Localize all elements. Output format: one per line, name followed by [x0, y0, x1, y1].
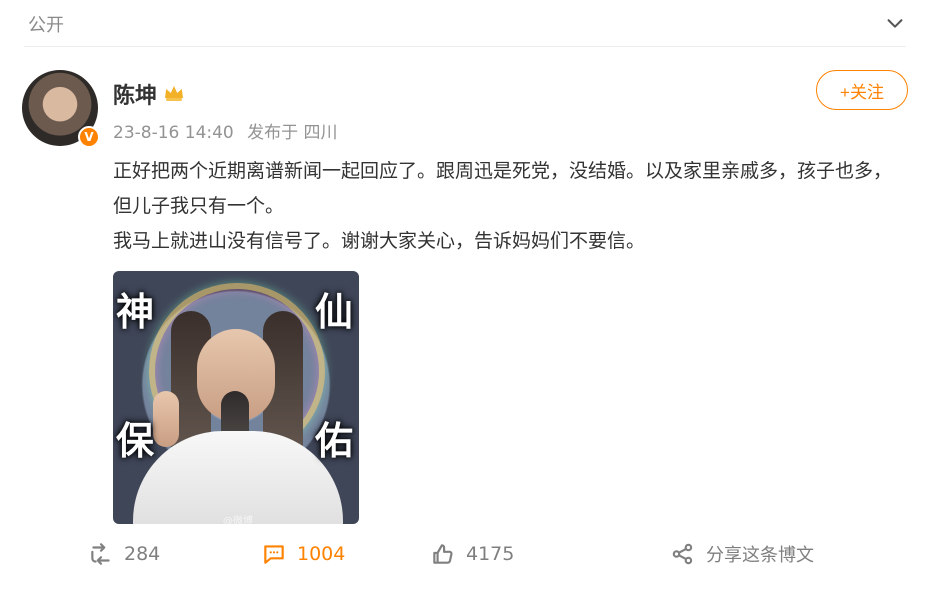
- comment-count: 1004: [297, 543, 346, 565]
- post-time: 23-8-16 14:40: [113, 123, 234, 143]
- share-button[interactable]: 分享这条博文: [670, 538, 814, 570]
- divider: [24, 46, 906, 47]
- post-paragraph: 正好把两个近期离谱新闻一起回应了。跟周迅是死党，没结婚。以及家里亲戚多，孩子也多…: [113, 160, 893, 217]
- post-image[interactable]: 神 仙 保 佑 @微博: [113, 271, 359, 524]
- image-char: 神: [116, 290, 155, 334]
- author-name[interactable]: 陈坤: [113, 78, 157, 110]
- top-bar: 公开: [0, 0, 928, 46]
- image-char: 佑: [314, 419, 353, 463]
- share-icon: [672, 543, 693, 565]
- like-icon: [433, 544, 453, 564]
- comment-icon: [264, 545, 284, 564]
- image-char: 保: [116, 419, 155, 463]
- verified-icon: V: [78, 126, 100, 148]
- follow-button[interactable]: +关注: [816, 70, 908, 110]
- action-bar: 284 1004 4175 分享这条博文: [0, 538, 928, 570]
- post-text: 正好把两个近期离谱新闻一起回应了。跟周迅是死党，没结婚。以及家里亲戚多，孩子也多…: [113, 154, 903, 259]
- crown-icon: [165, 86, 183, 101]
- post-meta: 23-8-16 14:40 发布于 四川: [113, 118, 338, 143]
- share-label: 分享这条博文: [706, 545, 814, 566]
- post-location: 发布于 四川: [247, 123, 338, 143]
- image-char: 仙: [314, 290, 353, 334]
- repost-icon: [91, 543, 110, 565]
- image-watermark: @微博: [223, 516, 253, 524]
- hand: [153, 391, 179, 447]
- repost-count: 284: [124, 543, 161, 565]
- comment-button[interactable]: 1004: [261, 538, 345, 570]
- like-count: 4175: [466, 543, 515, 565]
- repost-button[interactable]: 284: [88, 538, 160, 570]
- like-button[interactable]: 4175: [430, 538, 514, 570]
- post-paragraph: 我马上就进山没有信号了。谢谢大家关心，告诉妈妈们不要信。: [113, 230, 646, 252]
- chevron-down-icon[interactable]: [884, 12, 906, 34]
- visibility-label[interactable]: 公开: [28, 11, 64, 37]
